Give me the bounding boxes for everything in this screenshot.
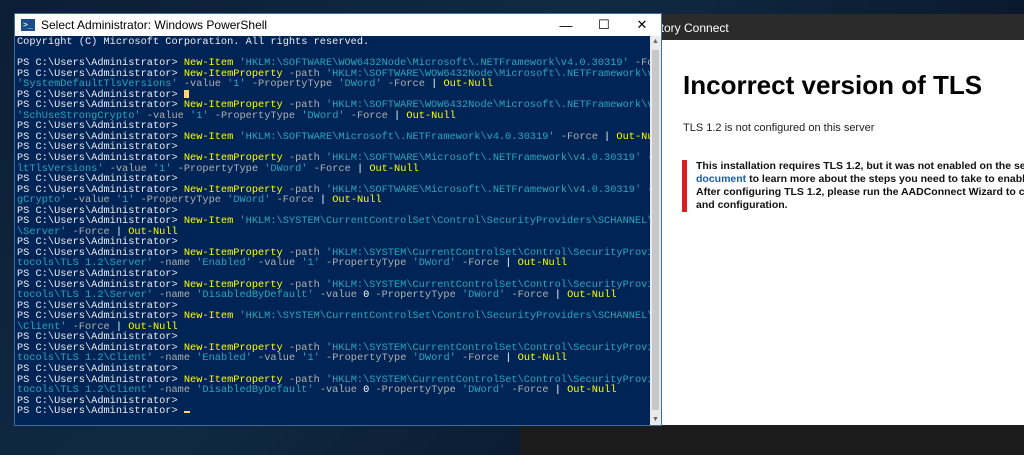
scroll-down-icon[interactable]: ▼: [650, 414, 661, 425]
error-heading: Incorrect version of TLS: [683, 70, 983, 100]
close-button[interactable]: ✕: [623, 14, 661, 36]
error-subtitle: TLS 1.2 is not configured on this server: [683, 122, 875, 134]
alert-line-2: document to learn more about the steps y…: [696, 173, 1024, 186]
console-line: PS C:\Users\Administrator>: [17, 406, 653, 417]
text-cursor: [183, 89, 189, 98]
alert-line-1: This installation requires TLS 1.2, but …: [696, 160, 1024, 172]
alert-line-2-text: to learn more about the steps you need t…: [746, 173, 1024, 185]
alert-line-4: and configuration.: [696, 199, 788, 211]
error-alert: This installation requires TLS 1.2, but …: [682, 160, 1024, 212]
minimize-button[interactable]: —: [547, 14, 585, 36]
scroll-up-icon[interactable]: ▲: [650, 36, 661, 47]
powershell-titlebar[interactable]: >_ Select Administrator: Windows PowerSh…: [15, 14, 661, 36]
documentation-link[interactable]: document: [696, 173, 746, 185]
text-cursor: [183, 411, 190, 414]
vertical-scrollbar[interactable]: ▲ ▼: [650, 36, 661, 425]
maximize-button[interactable]: ☐: [585, 14, 623, 36]
powershell-title: Select Administrator: Windows PowerShell: [41, 18, 268, 32]
powershell-window: >_ Select Administrator: Windows PowerSh…: [14, 13, 662, 426]
console-line: Copyright (C) Microsoft Corporation. All…: [17, 36, 370, 48]
alert-line-3: After configuring TLS 1.2, please run th…: [696, 186, 1024, 198]
console-output[interactable]: Copyright (C) Microsoft Corporation. All…: [15, 36, 653, 425]
window-controls: — ☐ ✕: [547, 14, 661, 36]
powershell-icon: >_: [21, 19, 35, 31]
aad-connect-window: rectory Connect Incorrect version of TLS…: [640, 14, 1024, 425]
scrollbar-thumb[interactable]: [652, 50, 659, 410]
aad-connect-titlebar[interactable]: rectory Connect: [640, 14, 1024, 40]
